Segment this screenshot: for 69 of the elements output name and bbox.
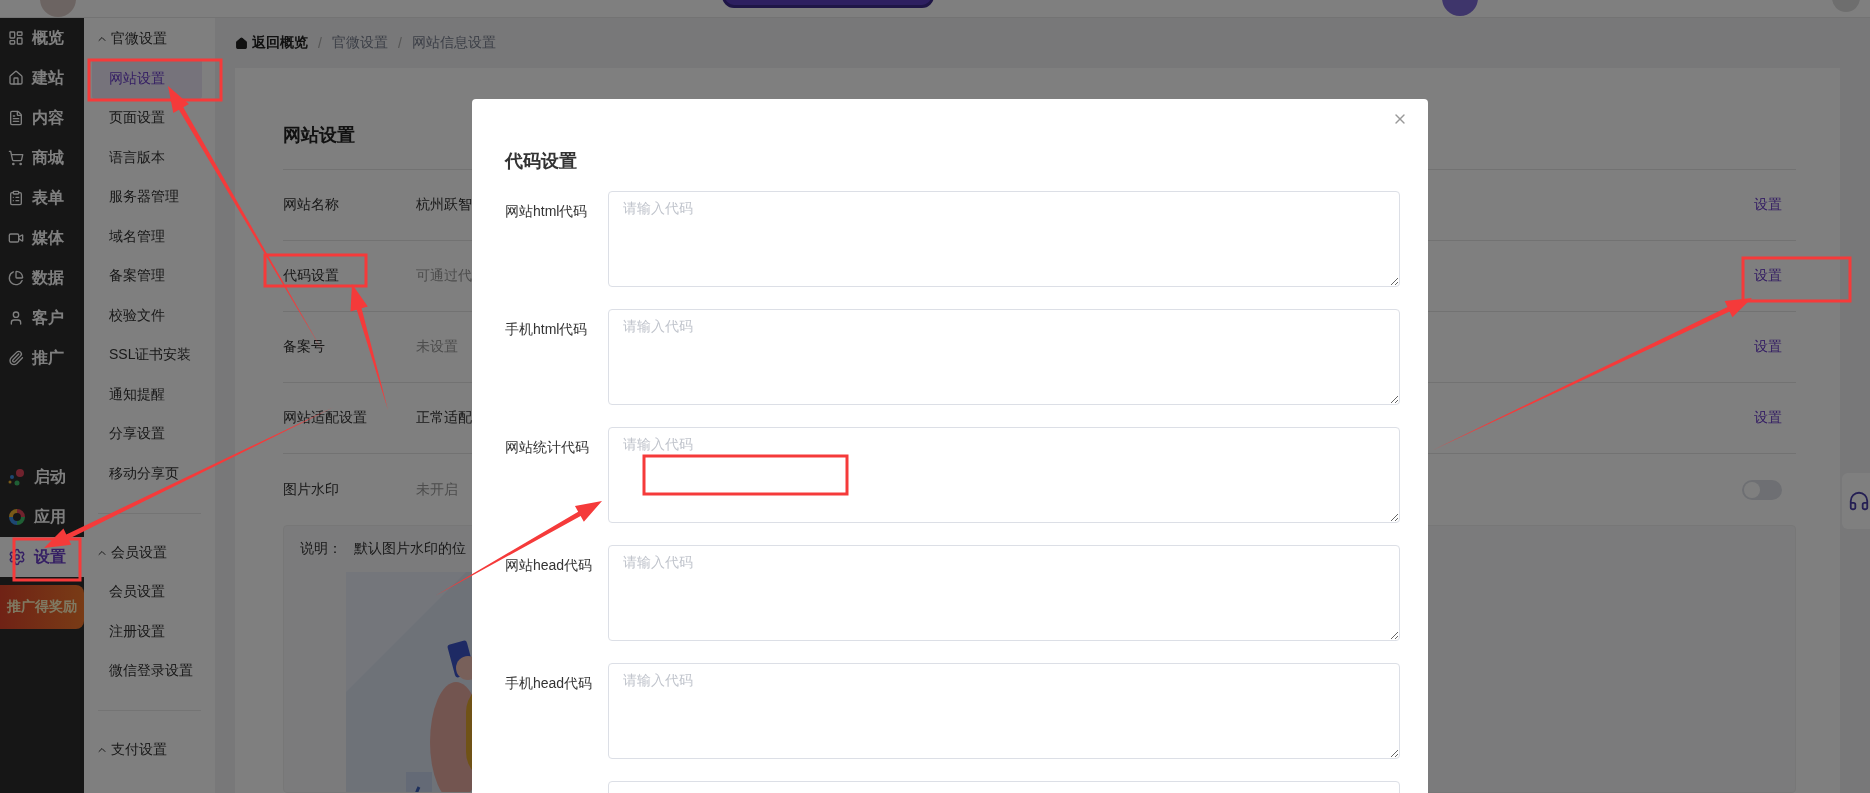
home-icon	[235, 36, 248, 50]
row-value: 正常适配	[416, 409, 472, 427]
cart-icon	[8, 150, 24, 166]
section-header[interactable]: 官微设置	[84, 19, 215, 59]
note-label: 说明：	[300, 540, 342, 558]
settings-icon	[8, 548, 26, 566]
dashboard-icon	[8, 30, 24, 46]
row-label: 代码设置	[283, 267, 340, 285]
field-label: 手机head代码	[505, 674, 594, 693]
annotation-box	[12, 537, 82, 582]
setting-link[interactable]: 设置	[1754, 196, 1782, 214]
breadcrumb-link[interactable]: 官微设置	[331, 34, 388, 52]
row-label: 备案号	[283, 338, 326, 356]
breadcrumb-separator: /	[397, 35, 402, 51]
sub-nav-item[interactable]: 备案管理	[92, 256, 202, 296]
row-label: 图片水印	[283, 480, 340, 499]
headset-icon	[1848, 490, 1870, 512]
home-icon	[8, 70, 24, 86]
dots-icon	[8, 468, 26, 486]
nav-item[interactable]: 内容	[0, 98, 84, 138]
nav-item[interactable]: 媒体	[0, 218, 84, 258]
code-input[interactable]: 请输入代码	[608, 191, 1400, 287]
video-icon	[8, 230, 24, 246]
row-value: 杭州跃智	[416, 196, 472, 214]
field-label: 手机html代码	[505, 320, 589, 339]
ring-icon	[8, 508, 26, 526]
breadcrumb-separator: /	[318, 35, 322, 51]
nav-item[interactable]: 数据	[0, 258, 84, 298]
sub-nav-item[interactable]: 域名管理	[92, 217, 202, 257]
code-input[interactable]: 请输入代码	[608, 309, 1400, 405]
sub-nav-item[interactable]: SSL证书安装	[92, 335, 202, 375]
code-input[interactable]: 请输入代码	[608, 663, 1400, 759]
field-label: 网站统计代码	[505, 438, 590, 457]
document-icon	[8, 110, 24, 126]
breadcrumb-link[interactable]: 返回概览	[235, 34, 308, 52]
section-header[interactable]: 支付设置	[84, 730, 215, 770]
sub-nav-item[interactable]: 微信登录设置	[92, 651, 202, 691]
paperclip-icon	[8, 350, 24, 366]
nav-item[interactable]: 客户	[0, 298, 84, 338]
sub-nav-item[interactable]: 服务器管理	[92, 177, 202, 217]
field-label: 网站html代码	[505, 202, 589, 221]
dialog-title: 代码设置	[505, 150, 578, 173]
user-icon	[8, 310, 24, 326]
sub-nav-item[interactable]: 会员设置	[92, 572, 202, 612]
nav-item[interactable]: 商城	[0, 138, 84, 178]
sub-nav-item[interactable]: 页面设置	[92, 98, 202, 138]
field-label: 网站head代码	[505, 556, 594, 575]
pie-chart-icon	[8, 270, 24, 286]
setting-link[interactable]: 设置	[1754, 409, 1782, 427]
setting-link[interactable]: 设置	[1754, 338, 1782, 356]
sub-nav-item[interactable]: 校验文件	[92, 296, 202, 336]
sub-nav-item[interactable]: 注册设置	[92, 612, 202, 652]
sub-nav-item[interactable]: 语言版本	[92, 138, 202, 178]
nav-item[interactable]: 推广	[0, 338, 84, 378]
code-input[interactable]: 请输入代码	[608, 545, 1400, 641]
row-label: 网站名称	[283, 196, 340, 214]
code-input[interactable]: 请输入代码	[608, 427, 1400, 523]
help-widget[interactable]	[1842, 473, 1870, 529]
row-label: 网站适配设置	[283, 409, 368, 427]
sub-nav-item[interactable]: 通知提醒	[92, 375, 202, 415]
section-header[interactable]: 会员设置	[84, 532, 215, 573]
note-text: 默认图片水印的位	[354, 540, 466, 558]
sub-nav-item[interactable]: 移动分享页	[92, 454, 202, 494]
nav-item[interactable]: 建站	[0, 58, 84, 98]
clipboard-icon	[8, 190, 24, 206]
sub-nav-item[interactable]: 分享设置	[92, 414, 202, 454]
nav-item[interactable]: 表单	[0, 178, 84, 218]
nav-item[interactable]: 概览	[0, 18, 84, 58]
setting-link[interactable]: 设置	[1754, 267, 1782, 285]
